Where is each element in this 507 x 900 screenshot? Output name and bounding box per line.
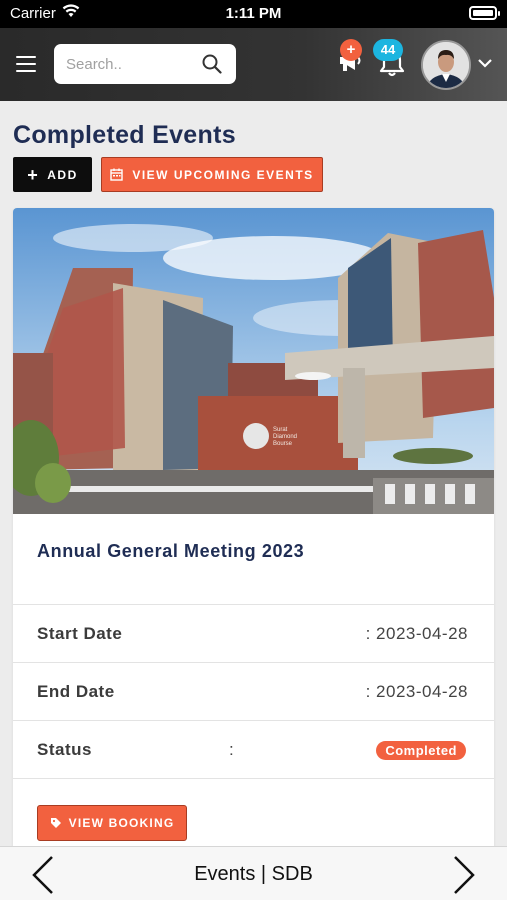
- start-date-value: : 2023-04-28: [365, 624, 468, 643]
- ticket-icon: [50, 818, 61, 828]
- chevron-down-icon[interactable]: [478, 58, 492, 68]
- event-image[interactable]: Surat Diamond Bourse: [13, 208, 494, 514]
- add-button-label: ADD: [47, 167, 78, 182]
- bottom-nav-bar: Events | SDB: [0, 846, 507, 900]
- upcoming-button-label: VIEW UPCOMING EVENTS: [132, 167, 314, 182]
- status-row: Status : Completed: [13, 720, 494, 778]
- building-sign-line3: Bourse: [273, 441, 293, 447]
- event-card: Surat Diamond Bourse Annual General Meet…: [13, 208, 494, 858]
- plus-icon: +: [27, 164, 40, 185]
- notification-count-badge: 44: [373, 39, 403, 61]
- booking-button-label: VIEW BOOKING: [68, 816, 175, 830]
- calendar-icon: [110, 168, 124, 181]
- status-badge: Completed: [376, 741, 466, 760]
- view-booking-button[interactable]: VIEW BOOKING: [37, 805, 187, 841]
- bottom-nav-title: Events | SDB: [194, 863, 313, 885]
- event-title: Annual General Meeting 2023: [37, 541, 305, 561]
- end-date-row: End Date : 2023-04-28: [13, 662, 494, 720]
- forward-arrow-icon[interactable]: [451, 855, 477, 895]
- end-date-value: : 2023-04-28: [365, 682, 468, 701]
- add-event-button[interactable]: + ADD: [13, 157, 92, 192]
- status-label: Status: [37, 740, 92, 759]
- menu-icon[interactable]: [16, 56, 36, 72]
- clock-time: 1:11 PM: [225, 5, 282, 22]
- status-bar: Carrier 1:11 PM: [0, 0, 507, 28]
- app-header: + 44: [0, 28, 507, 101]
- building-sign-line1: Surat: [273, 427, 288, 433]
- search-input[interactable]: [66, 52, 196, 76]
- status-colon: :: [229, 740, 234, 759]
- search-icon[interactable]: [202, 54, 222, 74]
- building-sign-line2: Diamond: [273, 434, 297, 440]
- view-upcoming-events-button[interactable]: VIEW UPCOMING EVENTS: [101, 157, 323, 192]
- search-box: [54, 44, 236, 84]
- start-date-label: Start Date: [37, 624, 123, 643]
- avatar-photo: [423, 42, 469, 88]
- page-title: Completed Events: [13, 121, 236, 149]
- start-date-row: Start Date : 2023-04-28: [13, 604, 494, 662]
- end-date-label: End Date: [37, 682, 115, 701]
- user-avatar[interactable]: [421, 40, 471, 90]
- battery-icon: [469, 6, 500, 20]
- announcement-badge: +: [340, 39, 362, 61]
